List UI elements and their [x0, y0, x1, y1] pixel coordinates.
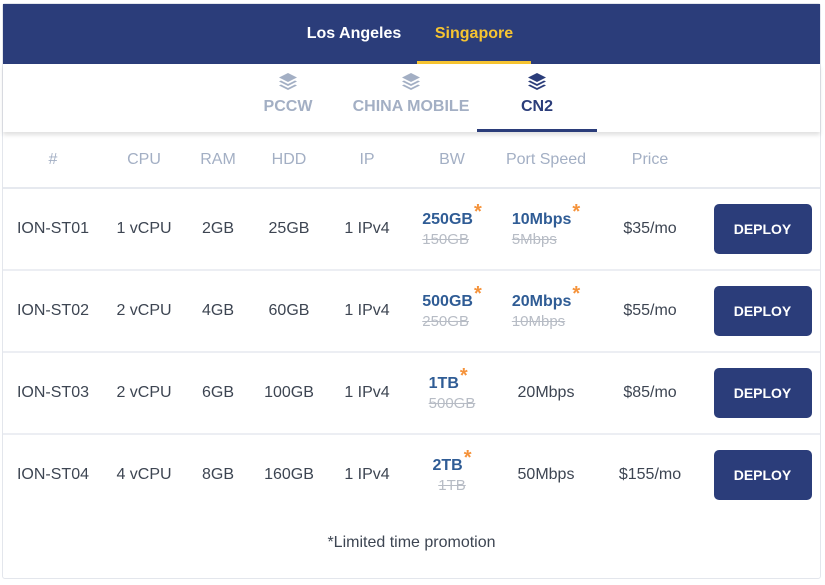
- tab-china-mobile[interactable]: CHINA MOBILE: [349, 64, 473, 132]
- plan-ram: 6GB: [185, 352, 251, 435]
- plan-ip: 1 IPv4: [327, 352, 407, 435]
- plan-ip: 1 IPv4: [327, 188, 407, 271]
- plan-hdd: 160GB: [264, 466, 314, 483]
- plan-cpu: 2 vCPU: [103, 270, 185, 353]
- bw-original-value: 500GB: [428, 395, 476, 412]
- promotion-footnote: *Limited time promotion: [327, 534, 496, 551]
- header-port-speed: Port Speed: [497, 132, 595, 189]
- promo-star-icon: *: [473, 201, 482, 223]
- plan-port-speed: 50Mbps: [517, 466, 575, 483]
- plan-price: $85/mo: [595, 352, 705, 435]
- header-action: [705, 132, 820, 189]
- deploy-button[interactable]: DEPLOY: [713, 450, 812, 500]
- header-ram: RAM: [185, 132, 251, 189]
- table-row: ION-ST03 2 vCPU 6GB 100GB 1 IPv4 1TB* 500…: [3, 352, 820, 435]
- plan-port-speed: 20Mbps* 10Mbps: [497, 270, 595, 353]
- tab-cn2[interactable]: CN2: [477, 64, 597, 132]
- plans-table: # CPU RAM HDD IP BW Port Speed Price ION…: [3, 132, 820, 515]
- plan-ram: 8GB: [201, 466, 234, 483]
- plan-ram: 2GB: [185, 188, 251, 271]
- plan-port-speed: 20Mbps: [497, 352, 595, 435]
- pricing-card: Los Angeles Singapore PCCW CHINA MOBILE …: [2, 3, 821, 579]
- promo-star-icon: *: [572, 283, 581, 305]
- plan-price: $155/mo: [618, 466, 682, 483]
- promo-star-icon: *: [459, 365, 468, 387]
- bw-promo-value: 2TB: [432, 457, 463, 474]
- port-promo-value: 10Mbps: [511, 211, 572, 228]
- header-hdd: HDD: [251, 132, 327, 189]
- header-cpu: CPU: [103, 132, 185, 189]
- deploy-button[interactable]: DEPLOY: [713, 204, 812, 254]
- network-tabs: PCCW CHINA MOBILE CN2: [3, 64, 820, 132]
- plan-price: $55/mo: [595, 270, 705, 353]
- tab-pccw[interactable]: PCCW: [253, 64, 323, 132]
- tab-china-mobile-label: CHINA MOBILE: [352, 98, 470, 115]
- table-row: ION-ST04 4 vCPU 8GB 160GB 1 IPv4 2TB* 1TB…: [3, 434, 820, 515]
- plan-hdd: 100GB: [251, 352, 327, 435]
- layers-icon: [402, 73, 420, 90]
- plan-ip: 1 IPv4: [344, 466, 390, 483]
- port-original-value: 5Mbps: [511, 231, 557, 248]
- plan-cpu: 1 vCPU: [103, 188, 185, 271]
- plan-hdd: 60GB: [251, 270, 327, 353]
- plan-bw: 1TB* 500GB: [407, 352, 497, 435]
- plan-hdd: 25GB: [251, 188, 327, 271]
- plan-bw: 250GB* 150GB: [407, 188, 497, 271]
- table-row: ION-ST01 1 vCPU 2GB 25GB 1 IPv4 250GB* 15…: [3, 188, 820, 271]
- port-original-value: 10Mbps: [511, 313, 566, 330]
- tab-pccw-label: PCCW: [263, 98, 313, 115]
- promo-star-icon: *: [463, 447, 472, 469]
- header-ip: IP: [327, 132, 407, 189]
- tab-cn2-label: CN2: [520, 98, 553, 115]
- header-id: #: [3, 132, 103, 189]
- deploy-button[interactable]: DEPLOY: [713, 286, 812, 336]
- plan-bw: 500GB* 250GB: [407, 270, 497, 353]
- bw-promo-value: 250GB: [422, 211, 473, 228]
- tab-los-angeles[interactable]: Los Angeles: [299, 4, 409, 64]
- plan-id: ION-ST02: [3, 270, 103, 353]
- plan-cpu: 2 vCPU: [103, 352, 185, 435]
- bw-original-value: 250GB: [422, 313, 469, 330]
- plan-id: ION-ST03: [3, 352, 103, 435]
- bw-promo-value: 500GB: [422, 293, 473, 310]
- location-tabs: Los Angeles Singapore: [3, 4, 820, 64]
- bw-promo-value: 1TB: [428, 375, 459, 392]
- bw-original-value: 1TB: [438, 477, 466, 494]
- plan-bw: 2TB* 1TB: [407, 434, 497, 515]
- table-header-row: # CPU RAM HDD IP BW Port Speed Price: [3, 132, 820, 189]
- bw-original-value: 150GB: [422, 231, 469, 248]
- deploy-button[interactable]: DEPLOY: [713, 368, 812, 418]
- header-bw: BW: [407, 132, 497, 189]
- header-price: Price: [595, 132, 705, 189]
- plan-port-speed: 10Mbps* 5Mbps: [497, 188, 595, 271]
- layers-icon: [279, 73, 297, 90]
- plan-cpu: 4 vCPU: [116, 466, 172, 483]
- plan-price: $35/mo: [595, 188, 705, 271]
- plan-ram: 4GB: [185, 270, 251, 353]
- promo-star-icon: *: [473, 283, 482, 305]
- plan-ip: 1 IPv4: [327, 270, 407, 353]
- plan-id: ION-ST04: [16, 466, 89, 483]
- table-row: ION-ST02 2 vCPU 4GB 60GB 1 IPv4 500GB* 25…: [3, 270, 820, 353]
- promo-star-icon: *: [572, 201, 581, 223]
- tab-singapore[interactable]: Singapore: [417, 4, 531, 64]
- plan-id: ION-ST01: [3, 188, 103, 271]
- layers-icon: [528, 73, 546, 90]
- port-promo-value: 20Mbps: [511, 293, 572, 310]
